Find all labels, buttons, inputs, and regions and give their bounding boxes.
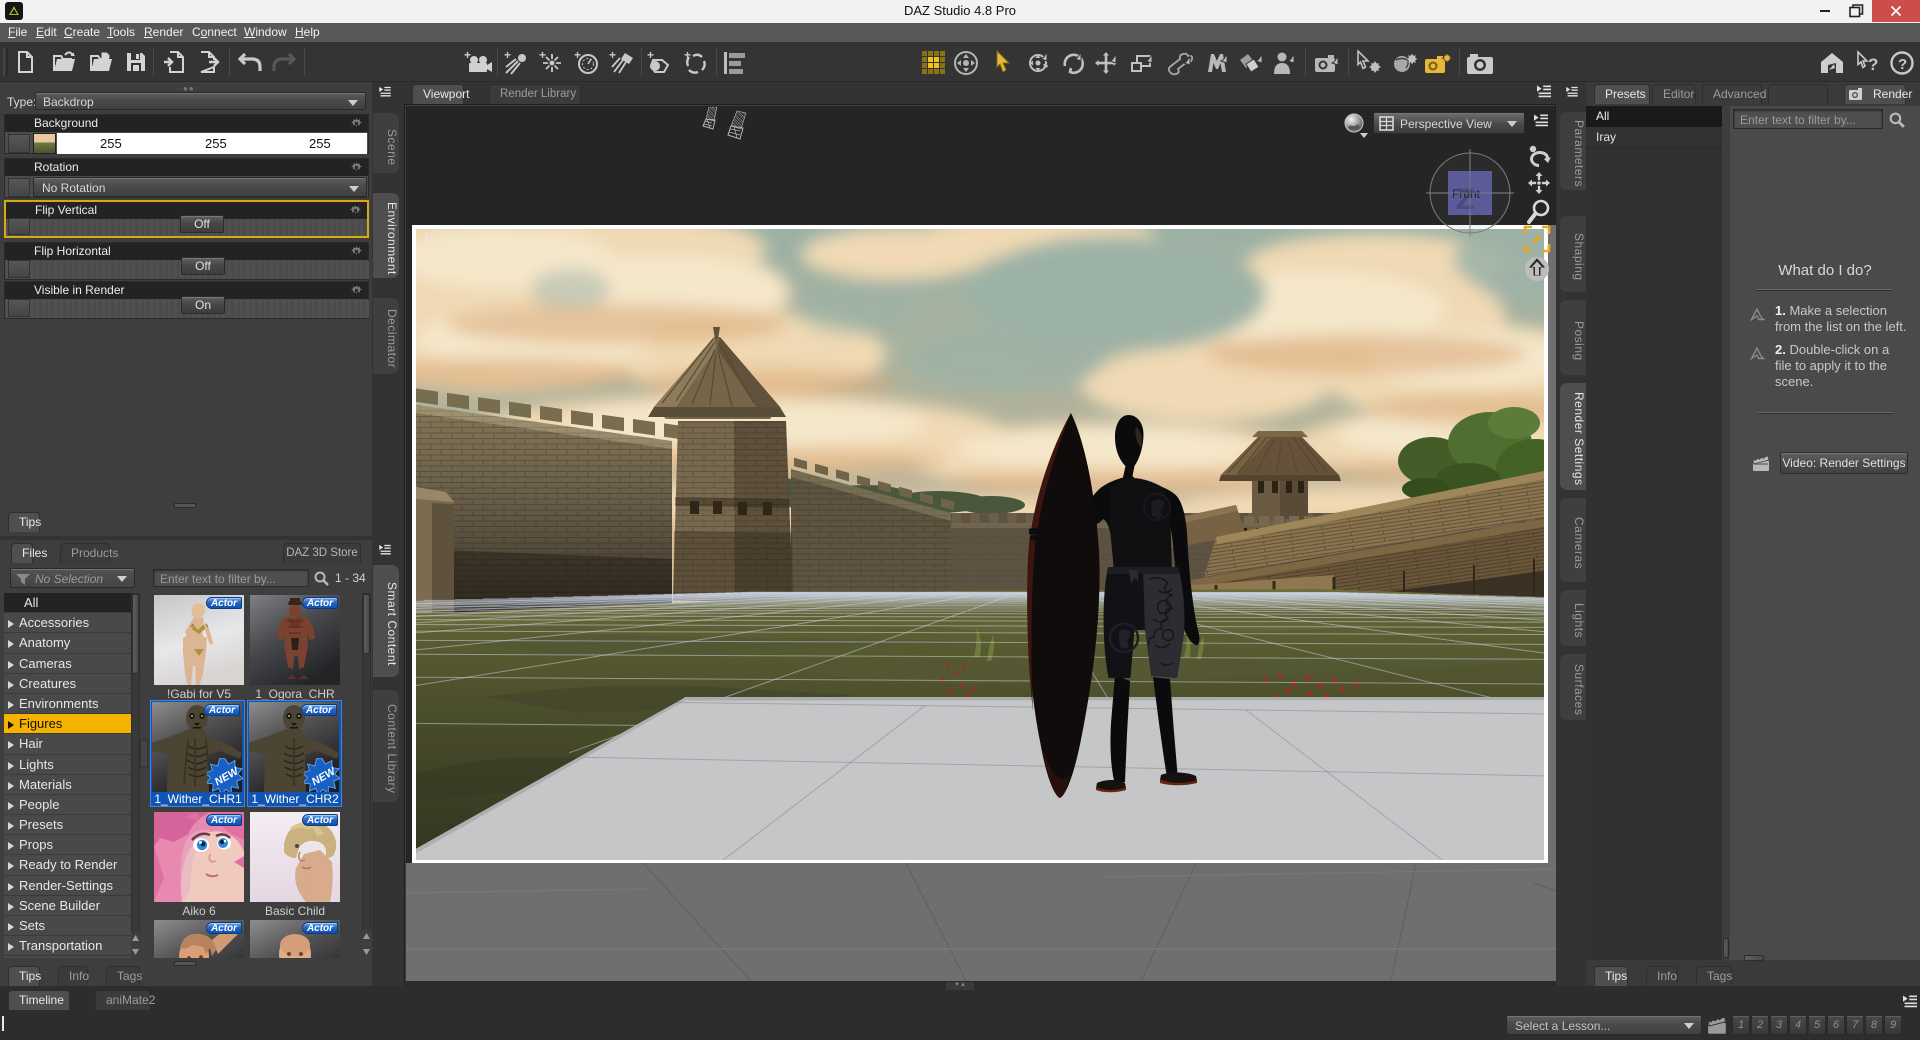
svg-text:+: + — [464, 50, 471, 62]
svg-text:+: + — [504, 50, 511, 62]
svg-text:+: + — [539, 50, 546, 62]
svg-text:?: ? — [1898, 56, 1907, 73]
svg-text:+: + — [609, 50, 616, 62]
svg-text:16 : 9: 16 : 9 — [423, 231, 453, 245]
svg-text:?: ? — [1868, 55, 1878, 74]
svg-text:Front: Front — [1452, 187, 1481, 201]
